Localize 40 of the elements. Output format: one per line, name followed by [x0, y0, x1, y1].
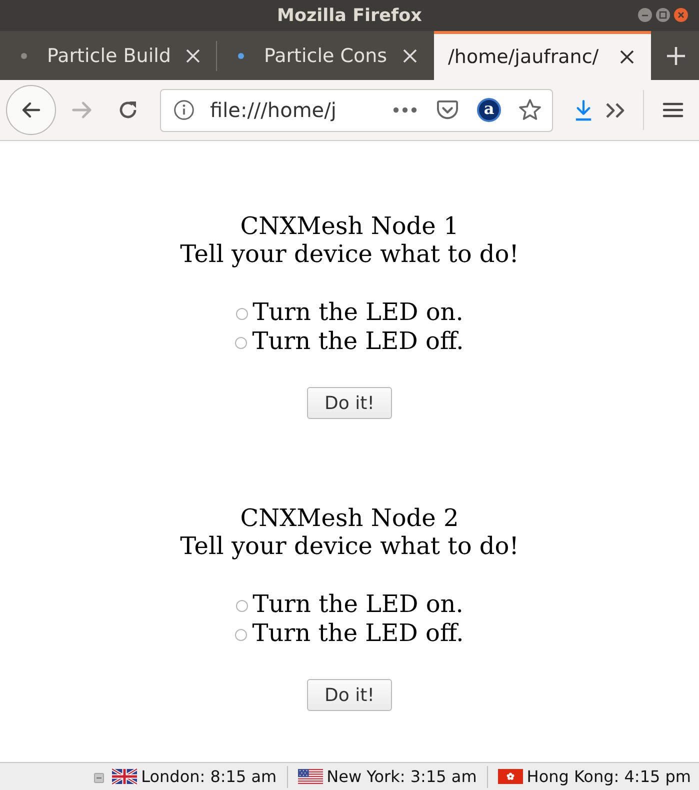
radio-button[interactable]: [236, 308, 248, 320]
do-it-button[interactable]: Do it!: [306, 679, 392, 711]
plus-icon[interactable]: [666, 46, 686, 66]
minimize-icon[interactable]: [638, 8, 652, 22]
more-icon[interactable]: [393, 107, 417, 113]
tab[interactable]: Particle Build: [0, 31, 217, 80]
do-it-button[interactable]: Do it!: [306, 387, 392, 419]
star-icon[interactable]: [518, 98, 542, 122]
extension-button[interactable]: a: [477, 98, 501, 122]
option-label: Turn the LED off.: [252, 327, 464, 356]
close-icon[interactable]: [620, 50, 634, 64]
radio-button[interactable]: [235, 336, 248, 348]
clock-label: Hong Kong: 4:15 pm: [526, 767, 691, 786]
menu-icon[interactable]: [663, 102, 683, 118]
maximize-icon[interactable]: [656, 8, 670, 22]
node-title: CNXMesh Node 2: [240, 504, 459, 532]
download-icon[interactable]: [574, 98, 593, 122]
uk-flag-icon: [112, 768, 138, 785]
option-label: Turn the LED off.: [252, 619, 464, 648]
option-label: Turn the LED on.: [252, 590, 464, 619]
double-chevron-icon[interactable]: [605, 102, 626, 118]
node-title: CNXMesh Node 1: [240, 212, 459, 240]
back-button[interactable]: [6, 85, 56, 135]
radio-button[interactable]: [235, 628, 248, 640]
address-bar[interactable]: file:///home/j a: [160, 88, 553, 132]
clock-label: London: 8:15 am: [141, 767, 277, 786]
url-text: file:///home/j: [210, 98, 338, 122]
minus-square-icon[interactable]: [94, 772, 104, 782]
prompt-text: Tell your device what to do!: [180, 532, 519, 560]
us-flag-icon: [298, 768, 323, 785]
info-icon[interactable]: [173, 99, 195, 121]
clock-label: New York: 3:15 am: [326, 767, 477, 786]
tab[interactable]: Particle Cons: [217, 31, 434, 80]
prompt-text: Tell your device what to do!: [180, 240, 519, 268]
tab[interactable]: /home/jaufranc/: [434, 31, 651, 80]
option-label: Turn the LED on.: [252, 298, 464, 327]
shield-chevron-icon[interactable]: [436, 100, 459, 120]
hong-kong-flag-icon: [498, 768, 523, 785]
window-title: Mozilla Firefox: [277, 6, 422, 26]
radio-button[interactable]: [236, 600, 248, 612]
